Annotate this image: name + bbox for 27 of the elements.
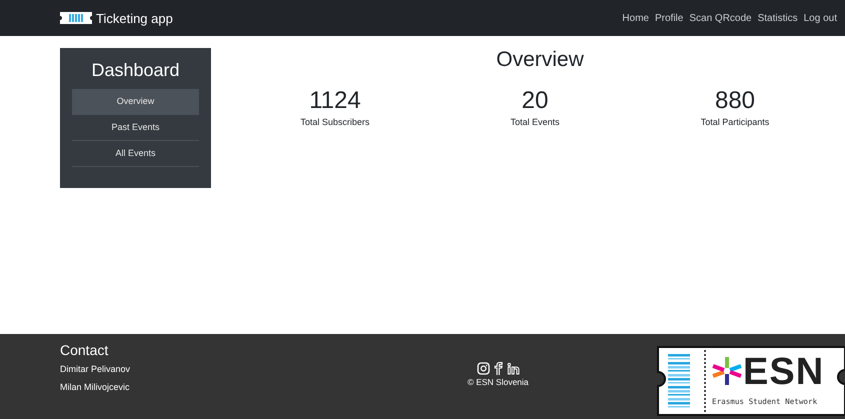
star-icon xyxy=(712,356,742,386)
nav-link[interactable]: Statistics xyxy=(758,12,798,24)
page-title: Overview xyxy=(496,48,584,72)
nav-link[interactable]: Profile xyxy=(654,12,684,24)
copyright-text: © ESN Slovenia xyxy=(467,377,529,387)
stat-value: 1124 xyxy=(309,87,361,115)
sidebar-item[interactable]: All Events xyxy=(72,141,199,167)
logo-name: ESN xyxy=(743,352,824,392)
sidebar-item[interactable]: Past Events xyxy=(72,115,199,141)
stat-value: 20 xyxy=(522,87,548,115)
sidebar-item[interactable]: Overview xyxy=(72,89,199,115)
sidebar-title: Dashboard xyxy=(90,60,181,81)
contact-name: Milan Milivojcevic xyxy=(60,382,131,392)
instagram-icon[interactable] xyxy=(476,362,490,375)
nav-link[interactable]: Home xyxy=(622,12,649,24)
nav-link[interactable]: Scan QRcode xyxy=(689,12,752,24)
brand-name[interactable]: Ticketing app xyxy=(96,10,173,26)
stat-label: Total Participants xyxy=(700,117,770,127)
stat-label: Total Subscribers xyxy=(300,117,370,127)
contact-heading: Contact xyxy=(60,342,110,358)
stat-value: 880 xyxy=(714,87,756,115)
stat-label: Total Events xyxy=(510,117,560,127)
ticket-icon xyxy=(60,12,92,24)
nav-link[interactable]: Log out xyxy=(804,12,837,24)
facebook-icon[interactable] xyxy=(494,362,502,375)
linkedin-icon[interactable] xyxy=(506,362,520,375)
contact-name: Dimitar Pelivanov xyxy=(60,364,132,374)
